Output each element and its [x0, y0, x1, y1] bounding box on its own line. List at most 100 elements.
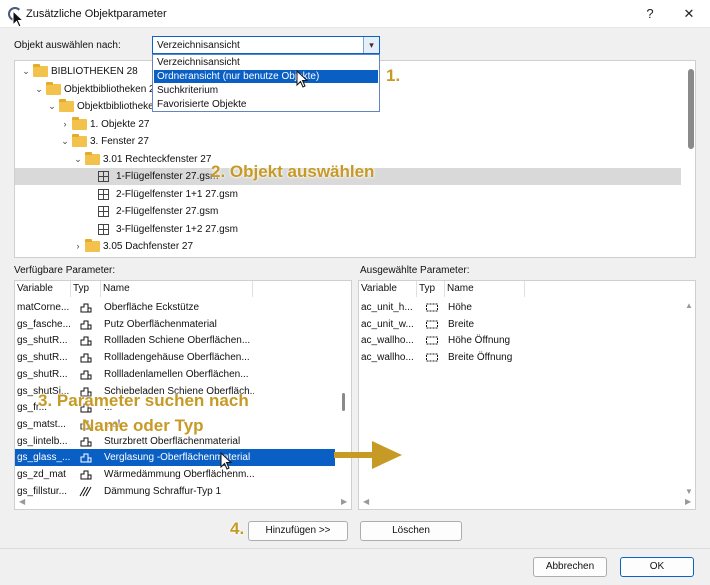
- window-object-icon: [98, 171, 109, 182]
- dimension-icon: [425, 302, 439, 313]
- table-row[interactable]: gs_shutR... Rollladen Schiene Oberflächen…: [15, 332, 335, 349]
- select-by-value: Verzeichnisansicht: [157, 40, 240, 51]
- table-row[interactable]: gs_shutR... Rollladengehäuse Oberflächen.…: [15, 349, 335, 366]
- table-row[interactable]: gs_glass_... Verglasung -Oberflächenmater…: [15, 449, 335, 467]
- scroll-up-icon[interactable]: ▲: [685, 301, 693, 310]
- name-cell: Breite Öffnung: [448, 352, 513, 364]
- chevron-down-icon[interactable]: ⌄: [60, 133, 70, 150]
- scroll-right-icon[interactable]: ▶: [685, 497, 691, 506]
- dimension-icon: [425, 319, 439, 330]
- add-button[interactable]: Hinzufügen >>: [248, 521, 348, 541]
- scroll-left-icon[interactable]: ◀: [19, 497, 25, 506]
- column-header-variable[interactable]: Variable: [359, 281, 417, 297]
- available-scrollbar[interactable]: [342, 393, 345, 411]
- table-row[interactable]: matCorne... Oberfläche Eckstütze: [15, 299, 335, 316]
- folder-icon: [72, 134, 87, 147]
- material-icon: [79, 302, 93, 313]
- dropdown-option[interactable]: Suchkriterium: [154, 84, 378, 97]
- material-icon: [79, 436, 93, 447]
- table-row[interactable]: ac_wallho... Höhe Öffnung: [359, 332, 679, 349]
- folder-icon: [85, 151, 100, 165]
- tree-object[interactable]: 2-Flügelfenster 1+1 27.gsm: [15, 186, 675, 203]
- material-icon: [79, 369, 93, 380]
- window-object-icon: [98, 206, 109, 217]
- select-by-combobox[interactable]: Verzeichnisansicht ▾: [152, 36, 380, 54]
- chevron-down-icon[interactable]: ⌄: [47, 98, 57, 115]
- name-cell: Rollladen Schiene Oberflächen...: [104, 335, 251, 347]
- dimension-icon: [425, 335, 439, 346]
- tree-item-label: Objektbibliotheken 28: [64, 83, 161, 95]
- name-cell: Oberfläche Eckstütze: [104, 302, 200, 313]
- chevron-down-icon[interactable]: ⌄: [73, 151, 83, 168]
- dropdown-option-selected[interactable]: Ordneransicht (nur benutze Objekte): [154, 70, 378, 83]
- delete-button[interactable]: Löschen: [360, 521, 462, 541]
- table-row[interactable]: gs_shutR... Rollladenlamellen Oberflächen…: [15, 366, 335, 383]
- annotation-step-3-line-1: 3. Parameter suchen nach: [38, 391, 249, 410]
- name-cell: Breite: [448, 318, 475, 330]
- annotation-step-2: 2. Objekt auswählen: [211, 162, 375, 181]
- column-header-variable[interactable]: Variable: [15, 281, 71, 297]
- chevron-right-icon[interactable]: ›: [73, 238, 83, 255]
- table-row[interactable]: gs_zd_mat Wärmedämmung Oberflächenm...: [15, 466, 335, 483]
- scroll-down-icon[interactable]: ▼: [685, 487, 693, 496]
- table-row[interactable]: ac_unit_h... Höhe: [359, 299, 679, 316]
- scroll-right-icon[interactable]: ▶: [341, 497, 347, 506]
- selected-parameters-table[interactable]: Variable Typ Name ac_unit_h... Höhe ac_uni…: [358, 280, 696, 510]
- tree-item-label: 3.05 Dachfenster 27: [103, 241, 194, 252]
- cancel-button[interactable]: Abbrechen: [533, 557, 607, 577]
- table-row[interactable]: gs_fillstur... Dämmung Schraffur-Typ 1: [15, 483, 335, 500]
- hatch-icon: [79, 486, 93, 497]
- mouse-cursor-icon: [12, 10, 25, 28]
- ok-button[interactable]: OK: [620, 557, 694, 577]
- folder-icon: [33, 64, 48, 77]
- tree-item-label: 2-Flügelfenster 27.gsm: [116, 206, 219, 217]
- tree-object[interactable]: 2-Flügelfenster 27.gsm: [15, 203, 675, 220]
- available-parameters-label: Verfügbare Parameter:: [14, 265, 116, 276]
- tree-folder[interactable]: ⌄ 3. Fenster 27: [15, 133, 675, 150]
- tree-object[interactable]: 3-Flügelfenster 1+2 27.gsm: [15, 221, 675, 238]
- table-row[interactable]: gs_fasche... Putz Oberflächenmaterial: [15, 316, 335, 333]
- column-header-type[interactable]: Typ: [71, 281, 101, 297]
- scroll-left-icon[interactable]: ◀: [363, 497, 369, 506]
- chevron-down-icon[interactable]: ⌄: [21, 63, 31, 80]
- window-object-icon: [98, 223, 109, 235]
- material-icon: [79, 469, 93, 480]
- help-button[interactable]: ?: [638, 4, 662, 24]
- folder-icon: [59, 99, 74, 112]
- tree-scrollbar[interactable]: [688, 69, 694, 149]
- variable-cell: gs_fasche...: [17, 318, 71, 330]
- table-row[interactable]: ac_unit_w... Breite: [359, 316, 679, 333]
- dimension-icon: [425, 352, 439, 363]
- variable-cell: gs_shutR...: [17, 335, 68, 347]
- folder-icon: [46, 81, 61, 95]
- name-cell: Höhe: [448, 302, 472, 313]
- close-button[interactable]: ✕: [677, 4, 701, 24]
- dropdown-option[interactable]: Verzeichnisansicht: [154, 56, 378, 69]
- tree-item-label: 3-Flügelfenster 1+2 27.gsm: [116, 223, 239, 235]
- variable-cell: ac_wallho...: [361, 335, 414, 347]
- title-bar: Zusätzliche Objektparameter ? ✕: [0, 0, 710, 28]
- table-row[interactable]: ac_wallho... Breite Öffnung: [359, 349, 679, 366]
- selected-parameters-label: Ausgewählte Parameter:: [360, 265, 470, 276]
- dropdown-option[interactable]: Favorisierte Objekte: [154, 98, 378, 111]
- variable-cell: ac_wallho...: [361, 352, 414, 364]
- name-cell: Rollladengehäuse Oberflächen...: [104, 352, 250, 364]
- annotation-step-3-line-2: Name oder Typ: [82, 416, 204, 435]
- select-by-dropdown[interactable]: Verzeichnisansicht Ordneransicht (nur be…: [152, 54, 380, 112]
- material-icon: [79, 352, 93, 363]
- chevron-right-icon[interactable]: ›: [60, 116, 70, 133]
- select-by-label: Objekt auswählen nach:: [14, 40, 121, 51]
- column-header-type[interactable]: Typ: [417, 281, 445, 297]
- material-icon: [79, 319, 93, 330]
- tree-folder[interactable]: › 3.05 Dachfenster 27: [15, 238, 675, 255]
- column-header-name[interactable]: Name: [101, 281, 253, 297]
- hand-cursor-icon: [220, 452, 233, 470]
- variable-cell: matCorne...: [17, 302, 70, 313]
- column-header-name[interactable]: Name: [445, 281, 525, 297]
- tree-item-label: BIBLIOTHEKEN 28: [51, 66, 138, 77]
- arrow-head-icon: [372, 441, 402, 469]
- chevron-down-icon[interactable]: ▾: [363, 37, 379, 53]
- chevron-down-icon[interactable]: ⌄: [34, 81, 44, 98]
- variable-cell: ac_unit_h...: [361, 302, 413, 313]
- tree-folder[interactable]: › 1. Objekte 27: [15, 116, 675, 133]
